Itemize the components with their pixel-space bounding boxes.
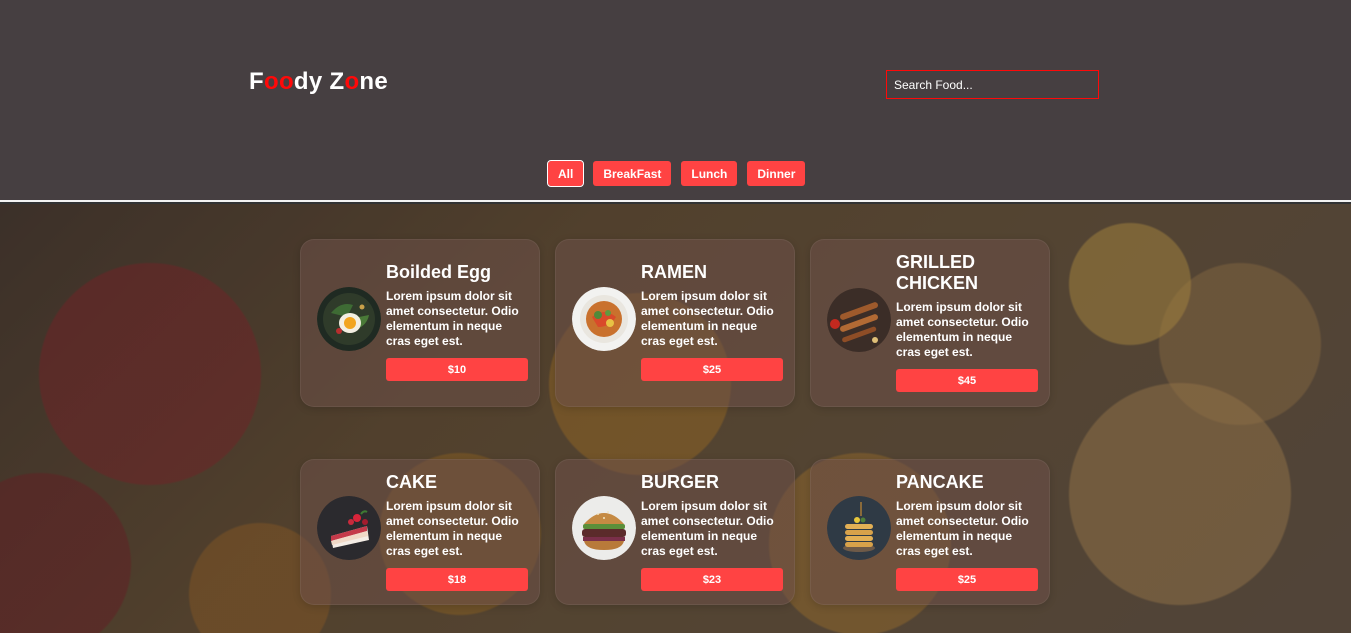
food-title: BURGER bbox=[641, 472, 720, 492]
food-description: Lorem ipsum dolor sit amet consectetur. … bbox=[386, 499, 519, 558]
burger-icon bbox=[572, 496, 636, 560]
food-title: GRILLED CHICKEN bbox=[896, 252, 979, 293]
cake-icon bbox=[317, 496, 381, 560]
filter-dinner-button[interactable]: Dinner bbox=[747, 161, 806, 186]
site-header: F o o dy Z o ne All BreakFast Lunch Dinn… bbox=[0, 0, 1351, 202]
pancake-icon bbox=[827, 496, 891, 560]
food-description: Lorem ipsum dolor sit amet consectetur. … bbox=[896, 499, 1029, 558]
logo-letters: dy Z bbox=[293, 68, 345, 95]
logo-letter: F bbox=[249, 68, 264, 95]
food-description: Lorem ipsum dolor sit amet consectetur. … bbox=[896, 300, 1029, 359]
logo-letter-highlight: o bbox=[263, 68, 279, 95]
filter-all-button[interactable]: All bbox=[546, 160, 585, 187]
food-info: Boilded Egg Lorem ipsum dolor sit amet c… bbox=[386, 262, 529, 381]
filter-lunch-button[interactable]: Lunch bbox=[681, 161, 738, 186]
food-card: Boilded Egg Lorem ipsum dolor sit amet c… bbox=[300, 239, 540, 407]
food-title: CAKE bbox=[386, 472, 438, 492]
price-button[interactable]: $45 bbox=[896, 369, 1038, 392]
boiled-egg-icon bbox=[317, 287, 381, 351]
food-title: Boilded Egg bbox=[386, 262, 491, 282]
price-button[interactable]: $18 bbox=[386, 568, 528, 591]
logo-letter-highlight: o bbox=[344, 68, 360, 95]
price-button[interactable]: $25 bbox=[896, 568, 1038, 591]
food-section: Boilded Egg Lorem ipsum dolor sit amet c… bbox=[0, 204, 1351, 633]
ramen-icon bbox=[572, 287, 636, 351]
price-button[interactable]: $10 bbox=[386, 358, 528, 381]
logo-letter-highlight: o bbox=[278, 68, 294, 95]
logo[interactable]: F o o dy Z o ne bbox=[249, 68, 388, 96]
grilled-chicken-icon bbox=[827, 288, 891, 352]
food-card: BURGER Lorem ipsum dolor sit amet consec… bbox=[555, 459, 795, 605]
food-description: Lorem ipsum dolor sit amet consectetur. … bbox=[641, 499, 774, 558]
food-info: CAKE Lorem ipsum dolor sit amet consecte… bbox=[386, 472, 529, 591]
food-card: RAMEN Lorem ipsum dolor sit amet consect… bbox=[555, 239, 795, 407]
filter-bar: All BreakFast Lunch Dinner bbox=[546, 160, 806, 187]
logo-letters: ne bbox=[359, 68, 389, 95]
food-card: GRILLED CHICKEN Lorem ipsum dolor sit am… bbox=[810, 239, 1050, 407]
food-info: GRILLED CHICKEN Lorem ipsum dolor sit am… bbox=[896, 252, 1039, 392]
food-info: PANCAKE Lorem ipsum dolor sit amet conse… bbox=[896, 472, 1039, 591]
food-info: BURGER Lorem ipsum dolor sit amet consec… bbox=[641, 472, 784, 591]
food-description: Lorem ipsum dolor sit amet consectetur. … bbox=[386, 289, 519, 348]
food-info: RAMEN Lorem ipsum dolor sit amet consect… bbox=[641, 262, 784, 381]
price-button[interactable]: $25 bbox=[641, 358, 783, 381]
search-input[interactable] bbox=[886, 70, 1099, 99]
food-card: PANCAKE Lorem ipsum dolor sit amet conse… bbox=[810, 459, 1050, 605]
food-title: RAMEN bbox=[641, 262, 707, 282]
food-description: Lorem ipsum dolor sit amet consectetur. … bbox=[641, 289, 774, 348]
filter-breakfast-button[interactable]: BreakFast bbox=[593, 161, 672, 186]
price-button[interactable]: $23 bbox=[641, 568, 783, 591]
food-title: PANCAKE bbox=[896, 472, 984, 492]
food-card: CAKE Lorem ipsum dolor sit amet consecte… bbox=[300, 459, 540, 605]
